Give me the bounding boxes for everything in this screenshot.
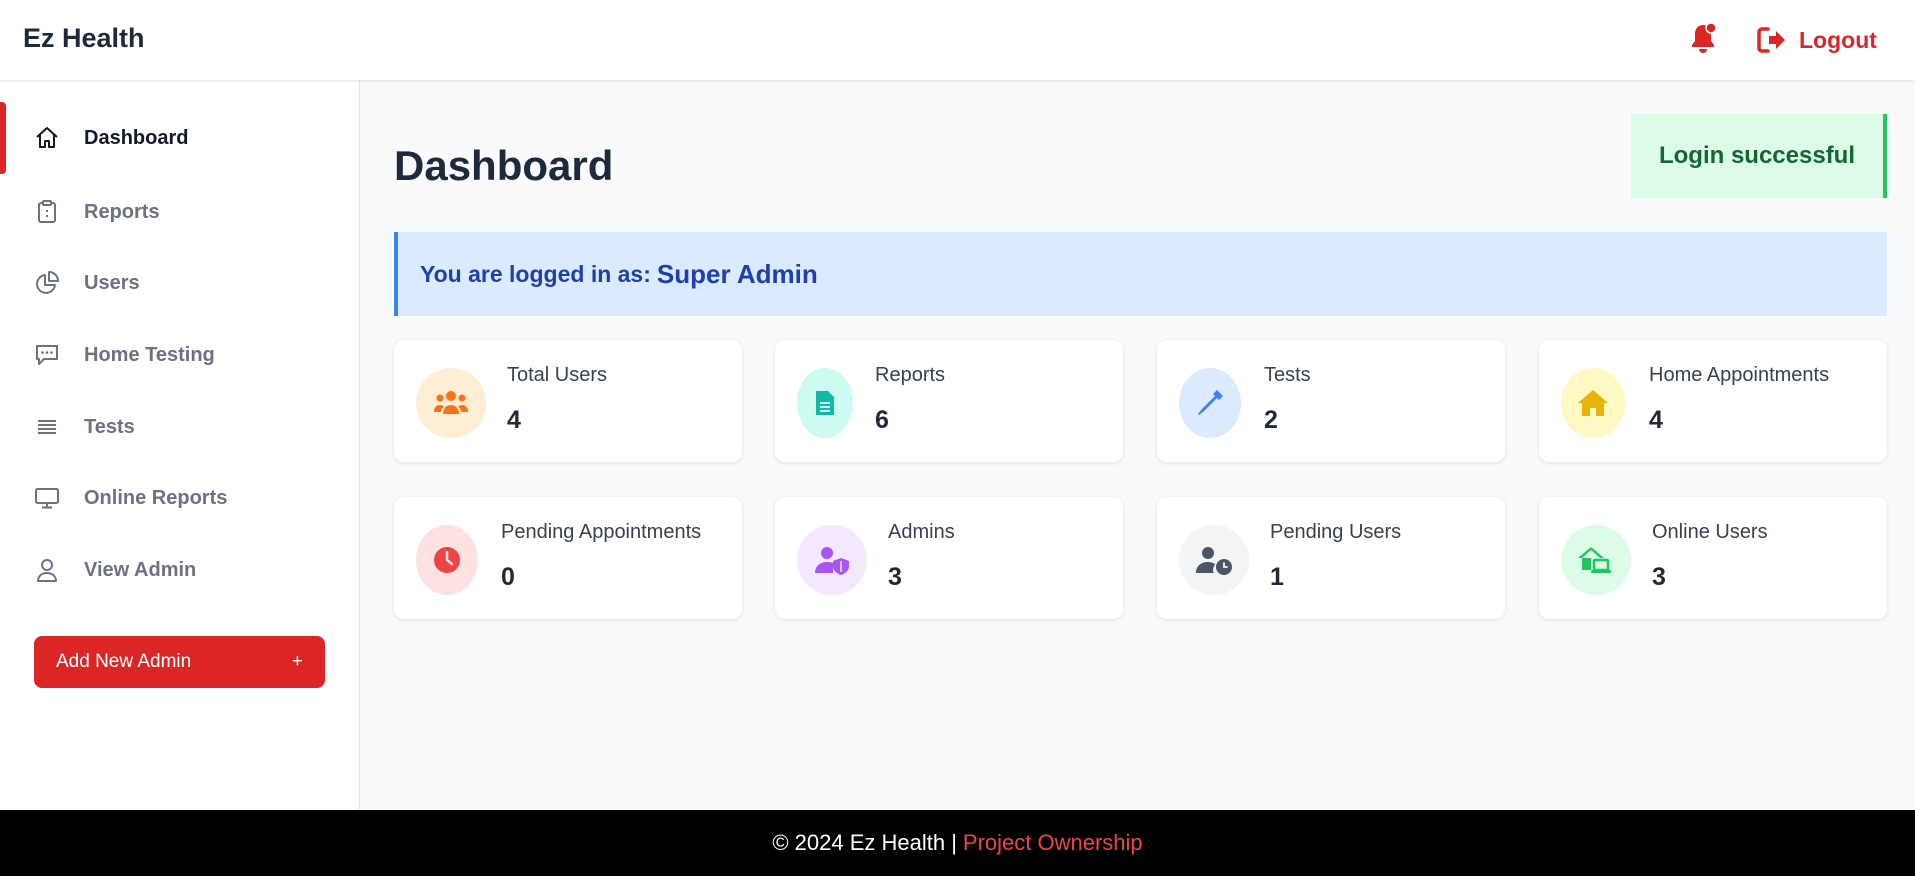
add-admin-label: Add New Admin bbox=[56, 651, 192, 672]
login-success-toast: Login successful bbox=[1631, 114, 1887, 198]
stat-label: Total Users bbox=[507, 364, 608, 386]
brand-logo[interactable]: Ez Health bbox=[23, 23, 145, 54]
role-prefix: You are logged in as: bbox=[420, 260, 651, 287]
stat-label: Admins bbox=[888, 521, 955, 543]
file-icon bbox=[797, 368, 853, 438]
stat-card-reports[interactable]: Reports 6 bbox=[775, 340, 1123, 462]
role-value: Super Admin bbox=[656, 258, 818, 289]
sidebar: Dashboard Reports Users Home Testing Tes… bbox=[0, 80, 360, 810]
sidebar-item-online-reports[interactable]: Online Reports bbox=[0, 462, 359, 534]
footer: © 2024 Ez Health | Project Ownership bbox=[0, 810, 1915, 876]
stat-value: 6 bbox=[875, 406, 889, 434]
stat-card-home-appointments[interactable]: Home Appointments 4 bbox=[1539, 340, 1887, 462]
stat-label: Reports bbox=[875, 364, 946, 386]
user-shield-icon bbox=[797, 525, 867, 595]
sidebar-item-label: Home Testing bbox=[84, 343, 215, 366]
stat-value: 0 bbox=[501, 563, 515, 591]
stat-value: 4 bbox=[1649, 406, 1663, 434]
sidebar-item-label: Dashboard bbox=[84, 126, 189, 149]
user-icon bbox=[34, 557, 60, 583]
sidebar-item-label: Reports bbox=[84, 200, 160, 223]
house-icon bbox=[1561, 368, 1625, 438]
stat-label: Pending Appointments bbox=[501, 521, 702, 543]
stat-label: Tests bbox=[1264, 364, 1311, 386]
sidebar-item-view-admin[interactable]: View Admin bbox=[0, 534, 359, 606]
stat-value: 2 bbox=[1264, 406, 1278, 434]
plus-icon: + bbox=[291, 651, 303, 672]
sidebar-item-label: Tests bbox=[84, 415, 135, 438]
eyedropper-icon bbox=[1179, 368, 1241, 438]
logout-label: Logout bbox=[1799, 26, 1877, 53]
sidebar-item-label: Online Reports bbox=[84, 486, 228, 509]
stat-value: 1 bbox=[1270, 563, 1284, 591]
sidebar-item-label: View Admin bbox=[84, 558, 197, 581]
stat-label: Online Users bbox=[1652, 521, 1768, 543]
sign-out-icon bbox=[1757, 27, 1785, 53]
list-icon bbox=[34, 414, 60, 440]
role-banner: You are logged in as: Super Admin bbox=[394, 232, 1887, 316]
stat-value: 3 bbox=[1652, 563, 1666, 591]
monitor-icon bbox=[34, 485, 60, 511]
sidebar-item-dashboard[interactable]: Dashboard bbox=[0, 102, 359, 174]
copyright-text: © 2024 Ez Health | bbox=[772, 830, 957, 855]
bell-icon[interactable] bbox=[1688, 22, 1718, 54]
sidebar-item-tests[interactable]: Tests bbox=[0, 391, 359, 463]
stat-card-tests[interactable]: Tests 2 bbox=[1157, 340, 1505, 462]
sidebar-item-label: Users bbox=[84, 271, 140, 294]
stat-card-total-users[interactable]: Total Users 4 bbox=[394, 340, 742, 462]
users-icon bbox=[416, 368, 486, 438]
project-ownership-link[interactable]: Project Ownership bbox=[963, 830, 1143, 856]
clipboard-icon bbox=[34, 199, 60, 225]
user-clock-icon bbox=[1179, 525, 1249, 595]
add-new-admin-button[interactable]: Add New Admin + bbox=[34, 636, 325, 688]
stat-card-pending-appointments[interactable]: Pending Appointments 0 bbox=[394, 497, 742, 619]
house-laptop-icon bbox=[1561, 525, 1631, 595]
sidebar-item-users[interactable]: Users bbox=[0, 247, 359, 319]
clock-icon bbox=[416, 525, 478, 595]
stat-card-pending-users[interactable]: Pending Users 1 bbox=[1157, 497, 1505, 619]
pie-chart-icon bbox=[34, 270, 60, 296]
top-bar: Ez Health Logout bbox=[0, 0, 1915, 80]
stat-value: 3 bbox=[888, 563, 902, 591]
home-icon bbox=[34, 125, 60, 151]
sidebar-item-home-testing[interactable]: Home Testing bbox=[0, 319, 359, 391]
chat-icon bbox=[34, 342, 60, 368]
stat-card-online-users[interactable]: Online Users 3 bbox=[1539, 497, 1887, 619]
page-title: Dashboard bbox=[394, 142, 614, 189]
stat-card-admins[interactable]: Admins 3 bbox=[775, 497, 1123, 619]
stat-label: Pending Users bbox=[1270, 521, 1402, 543]
stat-value: 4 bbox=[507, 406, 521, 434]
stat-label: Home Appointments bbox=[1649, 364, 1830, 386]
sidebar-item-reports[interactable]: Reports bbox=[0, 176, 359, 248]
logout-button[interactable]: Logout bbox=[1757, 22, 1877, 58]
